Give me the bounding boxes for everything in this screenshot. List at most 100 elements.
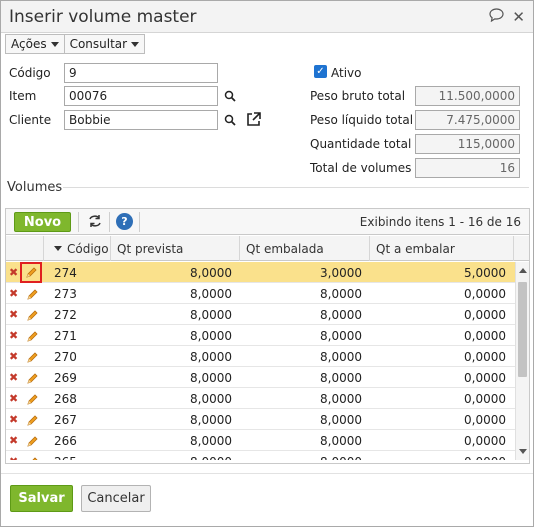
cell-qt-a-embalar: 0,0000 xyxy=(464,370,506,385)
pagination-info: Exibindo itens 1 - 16 de 16 xyxy=(359,215,521,229)
cell-qt-embalada: 8,0000 xyxy=(320,328,362,343)
cell-codigo: 274 xyxy=(54,265,77,280)
edit-pencil-icon[interactable] xyxy=(23,306,41,324)
header-qt-embalada[interactable]: Qt embalada xyxy=(240,236,370,261)
scroll-up-icon[interactable] xyxy=(519,268,527,273)
cell-qt-embalada: 8,0000 xyxy=(320,307,362,322)
help-icon[interactable]: ? xyxy=(116,213,133,230)
cell-qt-a-embalar: 0,0000 xyxy=(370,451,514,461)
cell-codigo: 271 xyxy=(54,328,77,343)
edit-pencil-icon[interactable] xyxy=(23,453,41,460)
item-label: Item xyxy=(9,89,37,103)
table-row[interactable]: ✖ 270 8,0000 8,0000 0,0000 xyxy=(6,346,515,367)
toolbar-divider xyxy=(78,212,79,232)
delete-icon[interactable]: ✖ xyxy=(9,371,18,384)
table-row[interactable]: ✖ 266 8,0000 8,0000 0,0000 xyxy=(6,430,515,451)
total-volumes-field: 16 xyxy=(415,158,520,178)
cell-qt-a-embalar: 0,0000 xyxy=(464,433,506,448)
search-icon[interactable] xyxy=(222,88,238,104)
cell-qt-a-embalar: 0,0000 xyxy=(464,286,506,301)
cell-qt-embalada: 8,0000 xyxy=(320,370,362,385)
peso-bruto-field: 11.500,0000 xyxy=(415,86,520,106)
ativo-label: Ativo xyxy=(331,66,362,80)
peso-liquido-field: 7.475,0000 xyxy=(415,110,520,130)
edit-pencil-icon[interactable] xyxy=(23,411,41,429)
external-link-icon[interactable] xyxy=(245,111,261,127)
cell-codigo: 268 xyxy=(54,391,77,406)
header-qt-a-embalar[interactable]: Qt a embalar xyxy=(370,236,514,261)
vertical-scrollbar[interactable] xyxy=(515,262,529,460)
edit-pencil-icon[interactable] xyxy=(23,390,41,408)
cell-codigo: 272 xyxy=(54,307,77,322)
delete-icon[interactable]: ✖ xyxy=(9,392,18,405)
cell-qt-a-embalar: 5,0000 xyxy=(464,265,506,280)
edit-pencil-icon[interactable] xyxy=(23,285,41,303)
edit-pencil-icon[interactable] xyxy=(20,262,42,283)
save-button[interactable]: Salvar xyxy=(10,485,73,512)
volumes-section-title: Volumes xyxy=(7,180,63,195)
cell-qt-prevista: 8,0000 xyxy=(190,391,232,406)
close-icon[interactable]: ✕ xyxy=(512,9,525,25)
cell-codigo: 266 xyxy=(54,433,77,448)
delete-icon[interactable]: ✖ xyxy=(9,266,18,279)
title-bar: Inserir volume master ✕ xyxy=(1,1,533,33)
cell-qt-a-embalar: 0,0000 xyxy=(464,349,506,364)
title-actions: ✕ xyxy=(489,8,525,25)
cell-qt-embalada: 8,0000 xyxy=(320,412,362,427)
table-row[interactable]: ✖ 268 8,0000 8,0000 0,0000 xyxy=(6,388,515,409)
chevron-down-icon xyxy=(131,41,140,47)
table-row[interactable]: ✖ 267 8,0000 8,0000 0,0000 xyxy=(6,409,515,430)
section-divider xyxy=(63,187,529,188)
table-row[interactable]: ✖ 273 8,0000 8,0000 0,0000 xyxy=(6,283,515,304)
edit-pencil-icon[interactable] xyxy=(23,432,41,450)
scroll-thumb[interactable] xyxy=(518,282,527,377)
grid-toolbar: Novo ? Exibindo itens 1 - 16 de 16 xyxy=(6,209,529,235)
cell-qt-prevista: 8,0000 xyxy=(190,349,232,364)
cliente-field[interactable]: Bobbie xyxy=(64,110,218,130)
header-qt-prevista[interactable]: Qt prevista xyxy=(111,236,240,261)
cancel-button[interactable]: Cancelar xyxy=(81,485,151,512)
item-field[interactable]: 00076 xyxy=(64,86,218,106)
edit-pencil-icon[interactable] xyxy=(23,348,41,366)
delete-icon[interactable]: ✖ xyxy=(9,287,18,300)
header-codigo[interactable]: Código xyxy=(44,236,111,261)
delete-icon[interactable]: ✖ xyxy=(9,350,18,363)
menu-consultar[interactable]: Consultar xyxy=(65,35,145,53)
scroll-down-icon[interactable] xyxy=(519,449,527,454)
table-row[interactable]: ✖ 269 8,0000 8,0000 0,0000 xyxy=(6,367,515,388)
header-actions xyxy=(6,236,44,261)
ativo-checkbox[interactable]: ✓ xyxy=(314,65,327,78)
delete-icon[interactable]: ✖ xyxy=(9,434,18,447)
cell-qt-prevista: 8,0000 xyxy=(190,433,232,448)
menu-acoes[interactable]: Ações xyxy=(6,35,65,53)
table-row[interactable]: ✖2658,00008,00000,0000 xyxy=(6,451,515,460)
dialog-title: Inserir volume master xyxy=(9,7,197,27)
volumes-grid: Novo ? Exibindo itens 1 - 16 de 16 Códig… xyxy=(5,208,530,464)
refresh-icon[interactable] xyxy=(87,214,103,232)
cliente-label: Cliente xyxy=(9,113,52,127)
delete-icon[interactable]: ✖ xyxy=(9,308,18,321)
toolbar-divider xyxy=(139,212,140,232)
delete-icon[interactable]: ✖ xyxy=(9,329,18,342)
table-row[interactable]: ✖ 271 8,0000 8,0000 0,0000 xyxy=(6,325,515,346)
cell-qt-embalada: 8,0000 xyxy=(320,286,362,301)
delete-icon[interactable]: ✖ xyxy=(9,455,18,460)
table-row[interactable]: ✖ 274 8,0000 3,0000 5,0000 xyxy=(6,262,515,283)
menu-consultar-label: Consultar xyxy=(69,37,128,51)
toolbar-divider xyxy=(109,212,110,232)
table-row[interactable]: ✖ 272 8,0000 8,0000 0,0000 xyxy=(6,304,515,325)
novo-button[interactable]: Novo xyxy=(14,212,71,232)
edit-pencil-icon[interactable] xyxy=(23,369,41,387)
edit-pencil-icon[interactable] xyxy=(23,327,41,345)
codigo-field[interactable]: 9 xyxy=(64,63,218,83)
chat-icon[interactable] xyxy=(489,8,505,25)
cell-qt-prevista: 8,0000 xyxy=(190,307,232,322)
peso-liquido-label: Peso líquido total xyxy=(310,113,414,127)
search-icon[interactable] xyxy=(222,112,238,128)
cell-qt-prevista: 8,0000 xyxy=(190,286,232,301)
cell-qt-a-embalar: 0,0000 xyxy=(464,412,506,427)
cell-qt-a-embalar: 0,0000 xyxy=(464,391,506,406)
cell-codigo: 273 xyxy=(54,286,77,301)
cell-qt-prevista: 8,0000 xyxy=(190,328,232,343)
delete-icon[interactable]: ✖ xyxy=(9,413,18,426)
